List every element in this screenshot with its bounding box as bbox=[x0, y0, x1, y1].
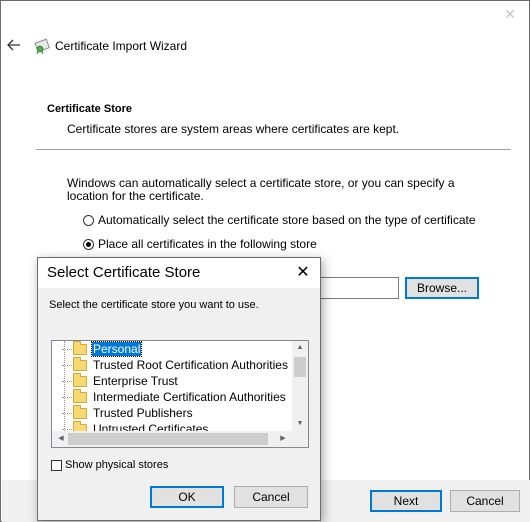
back-arrow-icon[interactable] bbox=[6, 37, 22, 53]
dialog-instruction: Select the certificate store you want to… bbox=[49, 299, 259, 311]
show-physical-stores-checkbox[interactable] bbox=[51, 459, 62, 471]
tree-item-trusted-root[interactable]: Trusted Root Certification Authorities bbox=[62, 356, 289, 373]
tree-item-label: Trusted Publishers bbox=[93, 406, 193, 420]
show-physical-stores-option[interactable]: Show physical stores bbox=[51, 459, 168, 471]
folder-icon bbox=[73, 404, 87, 419]
section-title: Certificate Store bbox=[47, 103, 132, 115]
vertical-scroll-thumb[interactable] bbox=[294, 357, 306, 377]
radio-place-all[interactable]: Place all certificates in the following … bbox=[83, 237, 317, 251]
store-explanation: Windows can automatically select a certi… bbox=[67, 176, 455, 203]
tree-item-personal[interactable]: Personal bbox=[62, 341, 143, 357]
radio-place-all-label: Place all certificates in the following … bbox=[98, 237, 317, 251]
folder-icon bbox=[73, 372, 87, 387]
scroll-up-icon[interactable]: ▲ bbox=[292, 341, 308, 355]
tree-item-untrusted[interactable]: Untrusted Certificates bbox=[62, 420, 209, 431]
folder-icon bbox=[73, 341, 87, 355]
tree-item-label: Intermediate Certification Authorities bbox=[93, 390, 286, 404]
certificate-store-tree[interactable]: Personal Trusted Root Certification Auth… bbox=[51, 340, 309, 448]
dialog-close-icon[interactable]: ✕ bbox=[294, 262, 312, 282]
select-certificate-store-dialog: Select Certificate Store ✕ Select the ce… bbox=[37, 257, 321, 521]
scroll-left-icon[interactable]: ◀ bbox=[54, 431, 68, 447]
tree-item-label: Personal bbox=[90, 341, 143, 357]
tree-item-intermediate-ca[interactable]: Intermediate Certification Authorities bbox=[62, 388, 287, 405]
folder-icon bbox=[73, 388, 87, 403]
horizontal-scroll-thumb[interactable] bbox=[68, 433, 268, 445]
radio-auto-select[interactable]: Automatically select the certificate sto… bbox=[83, 213, 476, 227]
tree-items: Personal Trusted Root Certification Auth… bbox=[52, 341, 292, 431]
browse-button[interactable]: Browse... bbox=[405, 277, 479, 299]
radio-place-all-button[interactable] bbox=[83, 238, 94, 250]
folder-icon bbox=[73, 356, 87, 371]
next-button[interactable]: Next bbox=[370, 490, 442, 512]
divider bbox=[36, 149, 511, 150]
folder-icon bbox=[73, 420, 87, 431]
certificate-store-field[interactable] bbox=[311, 277, 399, 299]
wizard-title: Certificate Import Wizard bbox=[55, 39, 188, 53]
scroll-down-icon[interactable]: ▼ bbox=[292, 417, 308, 431]
dialog-cancel-button[interactable]: Cancel bbox=[234, 486, 308, 508]
tree-item-enterprise-trust[interactable]: Enterprise Trust bbox=[62, 372, 179, 389]
tree-item-trusted-publishers[interactable]: Trusted Publishers bbox=[62, 404, 194, 421]
cancel-button[interactable]: Cancel bbox=[450, 490, 520, 512]
tree-item-label: Trusted Root Certification Authorities bbox=[93, 358, 288, 372]
vertical-scrollbar[interactable]: ▲ ▼ bbox=[292, 341, 308, 431]
tree-item-label: Untrusted Certificates bbox=[93, 422, 209, 431]
show-physical-stores-label: Show physical stores bbox=[65, 459, 169, 471]
window-close-icon[interactable]: ✕ bbox=[501, 5, 519, 23]
scroll-right-icon[interactable]: ▶ bbox=[276, 431, 290, 447]
dialog-titlebar: Select Certificate Store ✕ bbox=[38, 258, 320, 288]
tree-item-label: Enterprise Trust bbox=[93, 374, 178, 388]
horizontal-scrollbar[interactable]: ◀ ▶ bbox=[52, 431, 308, 447]
radio-auto-select-label: Automatically select the certificate sto… bbox=[98, 213, 476, 227]
ok-button[interactable]: OK bbox=[150, 486, 224, 508]
certificate-icon bbox=[34, 38, 50, 54]
section-description: Certificate stores are system areas wher… bbox=[67, 122, 400, 136]
dialog-title: Select Certificate Store bbox=[47, 264, 201, 281]
radio-auto-select-button[interactable] bbox=[83, 214, 94, 226]
